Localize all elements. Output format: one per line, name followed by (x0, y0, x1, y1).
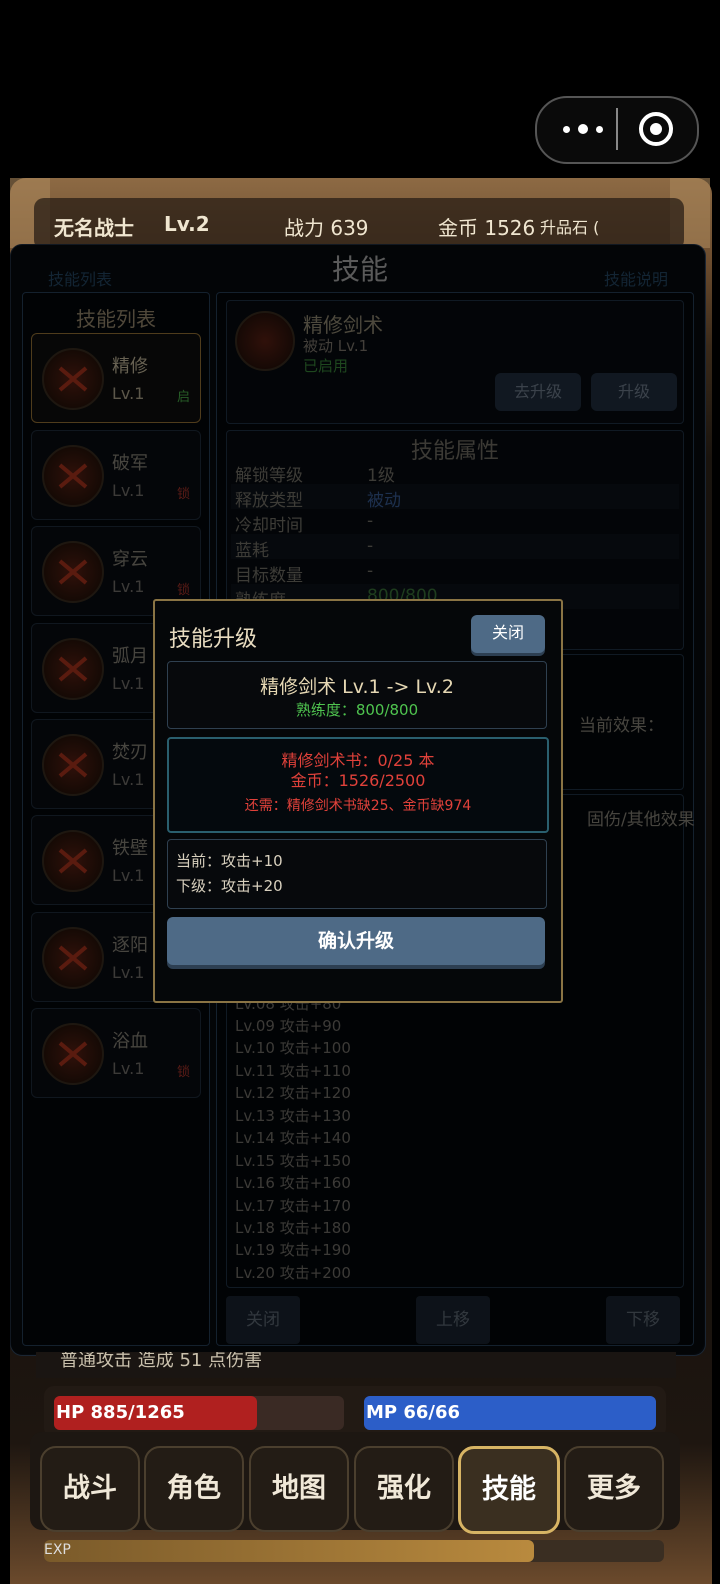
battle-log: 普通攻击 造成 51 点伤害 (36, 1352, 676, 1378)
confirm-upgrade-button[interactable]: 确认升级 (167, 917, 545, 965)
exp-bar-fill (44, 1540, 534, 1562)
skill-level-change: 精修剑术 Lv.1 -> Lv.2 (260, 676, 454, 698)
gold-amount: 金币 1526 (438, 216, 536, 240)
nav-map[interactable]: 地图 (249, 1446, 349, 1532)
modal-close-button[interactable]: 关闭 (471, 615, 545, 653)
effect-compare-box: 当前：攻击+10 下级：攻击+20 (167, 839, 547, 909)
modal-title: 技能升级 (169, 627, 258, 652)
nav-skills[interactable]: 技能 (458, 1446, 560, 1534)
skill-level-box: 精修剑术 Lv.1 -> Lv.2 熟练度：800/800 (167, 661, 547, 729)
nav-character[interactable]: 角色 (144, 1446, 244, 1532)
more-menu-icon[interactable] (563, 116, 603, 142)
mp-text: MP 66/66 (366, 1402, 461, 1423)
battle-log-line: 普通攻击 造成 51 点伤害 (60, 1352, 263, 1371)
upgrade-stone: 升品石 ( (540, 218, 600, 237)
proficiency: 熟练度：800/800 (295, 701, 419, 719)
nav-enhance[interactable]: 强化 (354, 1446, 454, 1532)
capsule-divider (616, 108, 618, 150)
close-miniprogram-icon[interactable] (639, 112, 673, 146)
exp-label: EXP (44, 1542, 71, 1558)
hp-text: HP 885/1265 (56, 1402, 185, 1423)
player-level: Lv.2 (164, 212, 210, 236)
next-effect: 下级：攻击+20 (176, 877, 283, 895)
nav-more[interactable]: 更多 (564, 1446, 664, 1532)
player-name: 无名战士 (54, 216, 134, 240)
combat-power: 战力 639 (284, 216, 369, 240)
player-status-bar: 无名战士 Lv.2 战力 639 金币 1526 升品石 ( (34, 198, 684, 250)
upgrade-modal: 技能升级 关闭 精修剑术 Lv.1 -> Lv.2 熟练度：800/800 精修… (153, 599, 563, 1003)
requirements-box: 精修剑术书：0/25 本 金币：1526/2500 还需：精修剑术书缺25、金币… (167, 737, 549, 833)
missing-resources: 还需：精修剑术书缺25、金币缺974 (244, 798, 472, 814)
current-effect: 当前：攻击+10 (176, 852, 283, 870)
mini-program-capsule (535, 96, 699, 164)
gold-requirement: 金币：1526/2500 (290, 771, 426, 790)
nav-battle[interactable]: 战斗 (40, 1446, 140, 1532)
